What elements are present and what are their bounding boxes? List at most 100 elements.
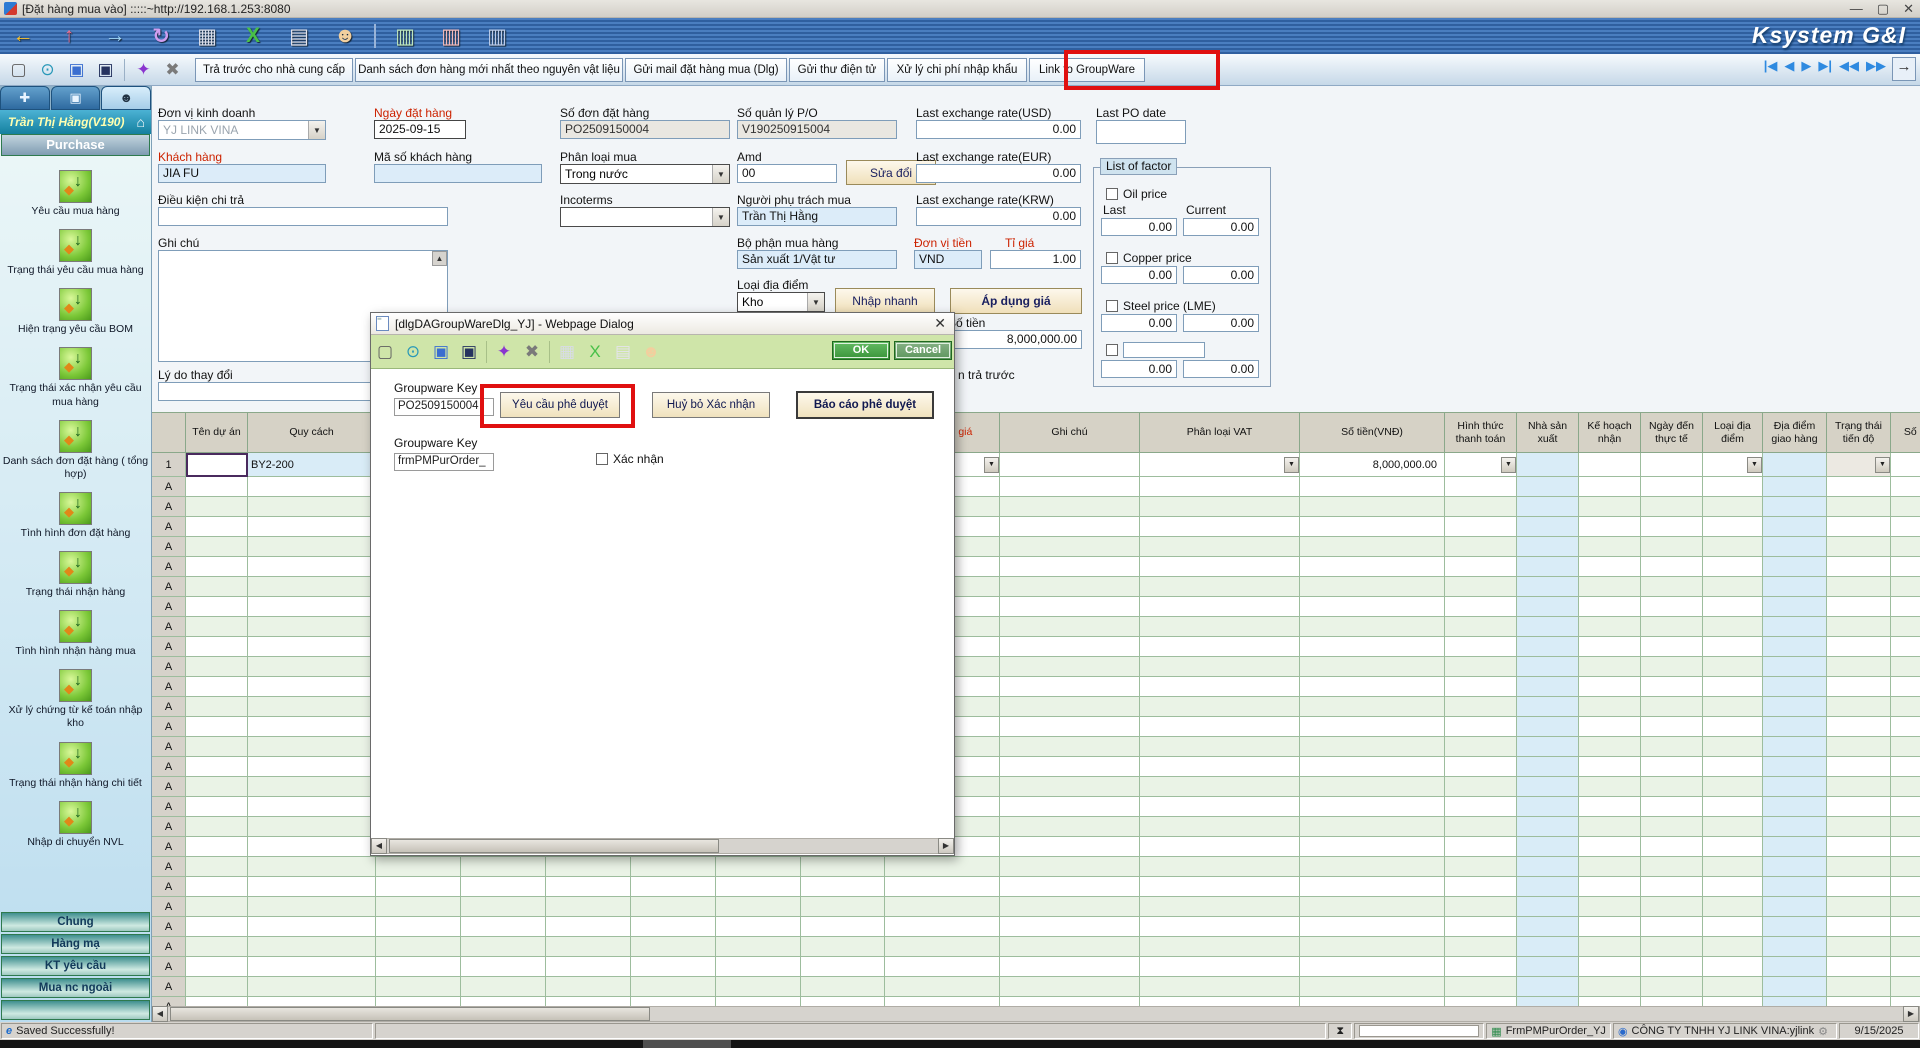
grid-cell-phan_loai_vat[interactable] — [1140, 777, 1300, 797]
grid-cell-so_tien[interactable] — [1300, 497, 1445, 517]
delete-icon[interactable]: ✖ — [518, 342, 546, 362]
grid-cell-quy_cach[interactable] — [248, 677, 376, 697]
grid-cell-loai_dia_diem[interactable] — [1703, 717, 1763, 737]
grid-cell-so_tien[interactable] — [1300, 857, 1445, 877]
grid-cell-trang_thai_tien_do[interactable] — [1827, 737, 1891, 757]
grid-cell-ten_du_an[interactable] — [186, 877, 248, 897]
grid-cell-quy_cach[interactable] — [248, 737, 376, 757]
cancel-button[interactable]: Cancel — [894, 341, 952, 360]
grid-cell-rownum[interactable]: A — [152, 717, 186, 737]
grid-cell-ghi_chu[interactable] — [1000, 757, 1140, 777]
grid-cell-ten_du_an[interactable] — [186, 717, 248, 737]
grid-cell-loai_dia_diem[interactable] — [1703, 737, 1763, 757]
search-icon[interactable]: ⊙ — [399, 342, 427, 362]
home-icon[interactable]: ⌂ — [137, 114, 145, 130]
grid-cell-so_tien[interactable] — [1300, 597, 1445, 617]
grid-cell-rownum[interactable]: A — [152, 777, 186, 797]
grid-cell-nha_san_xuat[interactable] — [1517, 657, 1579, 677]
grid-cell-ke_hoach_nhan[interactable] — [1579, 717, 1641, 737]
chevron-down-icon[interactable]: ▼ — [1501, 457, 1516, 473]
grid-cell-ghi_chu[interactable] — [1000, 677, 1140, 697]
grid-cell-so_tien[interactable] — [1300, 677, 1445, 697]
grid-cell-rownum[interactable]: A — [152, 637, 186, 657]
grid-cell-so_tien[interactable] — [1300, 917, 1445, 937]
grid-cell-quy_cach[interactable] — [248, 817, 376, 837]
grid-cell-so_tien[interactable] — [1300, 517, 1445, 537]
factor-empty-field[interactable] — [1123, 342, 1205, 358]
grid-cell-dia_diem_giao_hang[interactable] — [1763, 677, 1827, 697]
sidebar-item-6[interactable]: ◆↓Tình hình đơn đặt hàng — [0, 492, 151, 540]
grid-cell-loai_dia_diem[interactable] — [1703, 597, 1763, 617]
grid-cell-rownum[interactable]: A — [152, 917, 186, 937]
grid-cell-dia_diem_giao_hang[interactable] — [1763, 657, 1827, 677]
grid-cell-phan_loai_vat[interactable] — [1140, 837, 1300, 857]
grid-cell-ngay_den_thuc_te[interactable] — [1641, 657, 1703, 677]
grid-cell-phan_loai_gia[interactable] — [885, 997, 1000, 1006]
toolbar-button-1[interactable]: Trả trước cho nhà cung cấp — [195, 58, 353, 82]
grid-cell-ke_hoach_nhan[interactable] — [1579, 637, 1641, 657]
grid-cell-quy_cach[interactable] — [248, 997, 376, 1006]
search-icon[interactable]: ⊙ — [33, 60, 62, 80]
excel-icon[interactable]: X — [581, 342, 609, 362]
grid-cell-so_tien[interactable] — [1300, 697, 1445, 717]
grid-cell-rownum[interactable]: A — [152, 677, 186, 697]
grid-cell-so_tien[interactable] — [1300, 657, 1445, 677]
grid-cell-nha_san_xuat[interactable] — [1517, 757, 1579, 777]
grid-cell-dia_diem_giao_hang[interactable] — [1763, 617, 1827, 637]
grid-cell-nha_san_xuat[interactable] — [1517, 997, 1579, 1006]
grid-cell-trang_thai_tien_do[interactable] — [1827, 497, 1891, 517]
exit-icon[interactable]: → — [1892, 57, 1916, 81]
grid-cell-nha_san_xuat[interactable] — [1517, 617, 1579, 637]
grid-cell-so_k[interactable] — [1891, 477, 1920, 497]
grid-cell-ke_hoach_nhan[interactable] — [1579, 537, 1641, 557]
grid-cell-so_tien[interactable] — [1300, 757, 1445, 777]
grid-cell-nha_san_xuat[interactable] — [1517, 857, 1579, 877]
sidebar-tab-move[interactable]: ✚ — [0, 86, 50, 110]
grid-cell-so_k[interactable] — [1891, 897, 1920, 917]
grid-cell-dia_diem_giao_hang[interactable] — [1763, 997, 1827, 1006]
order-date-field[interactable]: 2025-09-15 — [374, 120, 466, 139]
grid-cell-hinh_thuc_tt[interactable] — [1445, 937, 1517, 957]
grid-cell-ke_hoach_nhan[interactable] — [1579, 937, 1641, 957]
user-help-icon[interactable]: ☻ — [637, 342, 665, 362]
sidebar-bottom-tab-1[interactable]: Chung — [1, 912, 150, 932]
grid-cell-phan_loai_vat[interactable] — [1140, 537, 1300, 557]
grid-cell-nha_san_xuat[interactable] — [1517, 477, 1579, 497]
grid-cell-ten_du_an[interactable] — [186, 757, 248, 777]
grid-cell-dia_diem_giao_hang[interactable] — [1763, 697, 1827, 717]
grid-cell-nha_san_xuat[interactable] — [1517, 817, 1579, 837]
toolbar-button-2[interactable]: Danh sách đơn hàng mới nhất theo nguyên … — [355, 58, 623, 82]
grid-cell-so_k[interactable] — [1891, 997, 1920, 1006]
grid-cell-hinh_thuc_tt[interactable] — [1445, 737, 1517, 757]
grid-cell-phan_loai_vat[interactable] — [1140, 557, 1300, 577]
grid-cell-hidden[interactable] — [376, 957, 885, 977]
grid-cell-quy_cach[interactable] — [248, 777, 376, 797]
grid-cell-hinh_thuc_tt[interactable] — [1445, 917, 1517, 937]
grid-cell-so_tien[interactable] — [1300, 937, 1445, 957]
grid-cell-phan_loai_vat[interactable] — [1140, 957, 1300, 977]
grid-cell-hinh_thuc_tt[interactable] — [1445, 817, 1517, 837]
grid-cell-ghi_chu[interactable] — [1000, 797, 1140, 817]
grid-cell-ghi_chu[interactable] — [1000, 453, 1140, 477]
grid-cell-ke_hoach_nhan[interactable] — [1579, 497, 1641, 517]
grid-cell-ghi_chu[interactable] — [1000, 937, 1140, 957]
grid-cell-nha_san_xuat[interactable] — [1517, 517, 1579, 537]
buyer-field[interactable]: Trần Thị Hằng — [737, 207, 897, 226]
chevron-down-icon[interactable]: ▼ — [984, 457, 999, 473]
back-icon[interactable]: ← — [0, 24, 46, 48]
grid-cell-ngay_den_thuc_te[interactable] — [1641, 717, 1703, 737]
groupware-key-field-1[interactable]: PO2509150004 — [394, 398, 494, 416]
grid-cell-hinh_thuc_tt[interactable] — [1445, 697, 1517, 717]
grid-cell-ke_hoach_nhan[interactable] — [1579, 817, 1641, 837]
grid-cell-quy_cach[interactable] — [248, 637, 376, 657]
grid-cell-so_k[interactable] — [1891, 797, 1920, 817]
grid-cell-loai_dia_diem[interactable] — [1703, 757, 1763, 777]
grid-cell-ke_hoach_nhan[interactable] — [1579, 657, 1641, 677]
grid-cell-so_k[interactable]: 0.00 — [1891, 453, 1920, 477]
grid-cell-so_k[interactable] — [1891, 617, 1920, 637]
grid-cell-nha_san_xuat[interactable] — [1517, 677, 1579, 697]
grid-cell-ten_du_an[interactable] — [186, 497, 248, 517]
grid-cell-ngay_den_thuc_te[interactable] — [1641, 817, 1703, 837]
status-input[interactable] — [1359, 1025, 1479, 1037]
sidebar-bottom-tab-4[interactable]: Mua nc ngoài — [1, 978, 150, 998]
